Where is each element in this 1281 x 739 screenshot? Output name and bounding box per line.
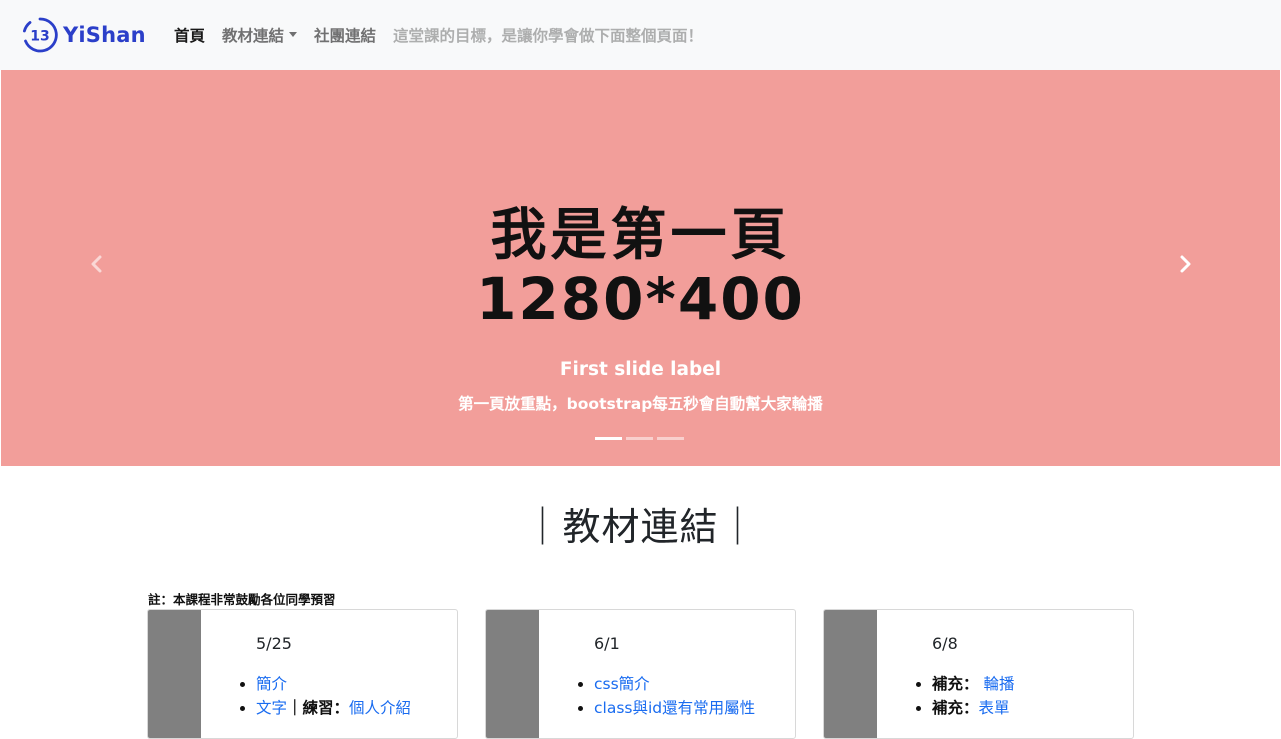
brand-name: YiShan [63, 23, 146, 47]
css-intro-link[interactable]: css簡介 [594, 675, 650, 693]
nav-club-link[interactable]: 社團連結 [314, 24, 376, 46]
brand[interactable]: 13 YiShan [22, 17, 146, 53]
carousel: 我是第一頁 1280*400 First slide label 第一頁放重點，… [1, 70, 1280, 466]
navbar: 13 YiShan 首頁 教材連結 社團連結 這堂課的目標，是讓你學會做下面整個… [0, 0, 1281, 70]
brand-logo-icon: 13 [23, 17, 58, 53]
card-link-list: 簡介 文字｜練習：個人介紹 [238, 672, 411, 720]
list-item: css簡介 [594, 672, 755, 696]
carousel-link[interactable]: 輪播 [983, 675, 1014, 693]
lesson-card: 5/25 簡介 文字｜練習：個人介紹 [147, 609, 458, 739]
card-image [148, 610, 201, 738]
nav-materials-dropdown[interactable]: 教材連結 [222, 24, 298, 46]
slide-heading: 我是第一頁 [490, 203, 791, 268]
supplement-label: 補充： [932, 699, 979, 717]
form-link[interactable]: 表單 [979, 699, 1010, 717]
list-item: 文字｜練習：個人介紹 [256, 696, 411, 720]
brand-logo-text: 13 [30, 29, 49, 45]
list-item: 簡介 [256, 672, 411, 696]
supplement-label: 補充： [932, 675, 979, 693]
carousel-next-button[interactable] [1175, 253, 1195, 275]
preview-note: 註：本課程非常鼓勵各位同學預習 [148, 592, 336, 607]
list-item: class與id還有常用屬性 [594, 696, 755, 720]
carousel-indicator[interactable] [657, 437, 684, 440]
carousel-caption-text: 第一頁放重點，bootstrap每五秒會自動幫大家輪播 [458, 395, 823, 413]
intro-link[interactable]: 簡介 [256, 675, 287, 693]
caret-down-icon [289, 32, 298, 37]
practice-label: ｜練習： [287, 699, 350, 717]
lesson-card: 6/1 css簡介 class與id還有常用屬性 [485, 609, 796, 739]
card-date: 6/8 [932, 634, 958, 653]
chevron-right-icon [1180, 255, 1191, 273]
slide-size-text: 1280*400 [476, 265, 805, 333]
nav-materials-label: 教材連結 [222, 27, 285, 45]
card-date: 6/1 [594, 634, 620, 653]
carousel-indicators [595, 437, 688, 440]
list-item: 補充： 輪播 [932, 672, 1014, 696]
nav-links: 首頁 教材連結 社團連結 這堂課的目標，是讓你學會做下面整個頁面！ [174, 0, 703, 70]
section-title: ｜教材連結｜ [523, 505, 758, 549]
list-item: 補充：表單 [932, 696, 1014, 720]
lesson-card: 6/8 補充： 輪播 補充：表單 [823, 609, 1134, 739]
card-link-list: 補充： 輪播 補充：表單 [914, 672, 1014, 720]
carousel-indicator[interactable] [626, 437, 653, 440]
text-link[interactable]: 文字 [256, 699, 287, 717]
card-date: 5/25 [256, 634, 292, 653]
chevron-left-icon [91, 255, 102, 273]
card-image [486, 610, 539, 738]
carousel-indicator[interactable] [595, 437, 622, 440]
nav-home-link[interactable]: 首頁 [174, 24, 205, 46]
card-image [824, 610, 877, 738]
nav-tagline: 這堂課的目標，是讓你學會做下面整個頁面！ [393, 27, 704, 45]
profile-practice-link[interactable]: 個人介紹 [349, 699, 411, 717]
carousel-prev-button[interactable] [87, 253, 107, 275]
card-link-list: css簡介 class與id還有常用屬性 [576, 672, 755, 720]
class-id-link[interactable]: class與id還有常用屬性 [594, 699, 755, 717]
carousel-caption-title: First slide label [559, 359, 722, 380]
